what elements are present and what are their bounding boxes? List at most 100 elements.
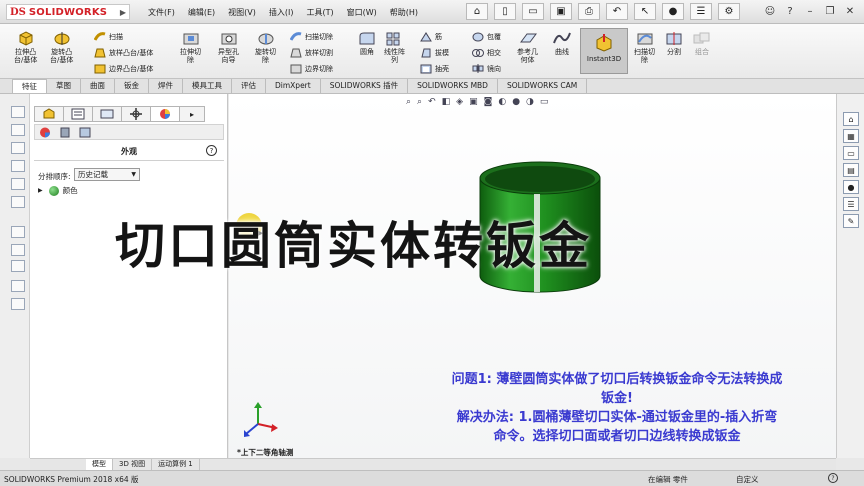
- print-icon[interactable]: ⎙: [578, 3, 600, 20]
- solidworks-resources-icon[interactable]: ⌂: [843, 112, 859, 126]
- menu-file[interactable]: 文件(F): [148, 7, 175, 18]
- status-help-icon[interactable]: ?: [828, 473, 838, 483]
- dynamic-annotation-icon[interactable]: ◈: [456, 97, 463, 107]
- previous-view-icon[interactable]: ↶: [428, 97, 436, 107]
- tab-3d-views[interactable]: 3D 视图: [113, 459, 153, 470]
- reference-geometry-button[interactable]: 参考几 何体: [517, 30, 538, 64]
- configuration-manager-tab-icon[interactable]: [92, 106, 122, 122]
- design-library-icon[interactable]: ▦: [843, 129, 859, 143]
- forum-icon[interactable]: ✎: [843, 214, 859, 228]
- open-icon[interactable]: ▭: [522, 3, 544, 20]
- select-arrow-icon[interactable]: ↖: [634, 3, 656, 20]
- apply-scene-icon[interactable]: ◑: [526, 97, 534, 107]
- strip-icon-1[interactable]: [11, 106, 25, 118]
- edit-appearance-icon[interactable]: ●: [512, 97, 520, 107]
- extrude-cut-button[interactable]: 拉伸切 除: [180, 30, 201, 64]
- revolve-boss-button[interactable]: 旋转凸 台/基体: [50, 30, 73, 64]
- rib-button[interactable]: 筋: [420, 30, 442, 43]
- mirror-button[interactable]: 镜向: [472, 62, 501, 75]
- home-icon[interactable]: ⌂: [466, 3, 488, 20]
- traffic-light-icon[interactable]: ●: [662, 3, 684, 20]
- hole-wizard-button[interactable]: 异型孔 向导: [218, 30, 239, 64]
- scene-icon[interactable]: [79, 127, 91, 140]
- menu-window[interactable]: 窗口(W): [347, 7, 377, 18]
- instant3d-button[interactable]: Instant3D: [580, 28, 628, 74]
- decals-icon[interactable]: [59, 127, 71, 140]
- strip-icon-3[interactable]: [11, 142, 25, 154]
- restore-icon[interactable]: ❐: [822, 4, 838, 19]
- section-view-icon[interactable]: ◧: [442, 97, 451, 107]
- tab-dimxpert[interactable]: DimXpert: [266, 79, 321, 93]
- chevron-right-icon[interactable]: ▶: [120, 8, 126, 17]
- new-document-icon[interactable]: ▯: [494, 3, 516, 20]
- expand-triangle-icon[interactable]: ▶: [38, 187, 43, 194]
- strip-icon-6[interactable]: [11, 196, 25, 208]
- strip-icon-5[interactable]: [11, 178, 25, 190]
- hide-show-items-icon[interactable]: ◐: [498, 97, 506, 107]
- user-icon[interactable]: ☺: [762, 4, 778, 19]
- strip-icon-4[interactable]: [11, 160, 25, 172]
- fillet-button[interactable]: 圆角: [357, 30, 377, 56]
- combine-button[interactable]: 组合: [692, 30, 712, 56]
- tab-addins[interactable]: SOLIDWORKS 插件: [321, 79, 409, 93]
- property-manager-tab-icon[interactable]: [63, 106, 93, 122]
- strip-icon-8[interactable]: [11, 244, 25, 256]
- loft-boss-button[interactable]: 放样凸台/基体: [94, 46, 153, 59]
- save-icon[interactable]: ▣: [550, 3, 572, 20]
- loft-cut-button[interactable]: 放样切割: [290, 46, 333, 59]
- view-settings-icon[interactable]: ▭: [540, 97, 549, 107]
- feature-manager-tab-icon[interactable]: [34, 106, 64, 122]
- gear-icon[interactable]: ⚙: [718, 3, 740, 20]
- tab-features[interactable]: 特征: [12, 79, 47, 93]
- menu-edit[interactable]: 编辑(E): [188, 7, 215, 18]
- boundary-cut-button[interactable]: 边界切除: [290, 62, 333, 75]
- help-icon[interactable]: ?: [782, 4, 798, 19]
- strip-icon-10[interactable]: [11, 280, 25, 292]
- minimize-icon[interactable]: –: [802, 4, 818, 19]
- tab-cam[interactable]: SOLIDWORKS CAM: [498, 79, 588, 93]
- sort-order-select[interactable]: 历史记载 ▼: [74, 168, 140, 181]
- panel-expand-arrow-icon[interactable]: ▸: [179, 106, 205, 122]
- strip-icon-9[interactable]: [11, 260, 25, 272]
- tab-weldments[interactable]: 焊件: [149, 79, 183, 93]
- close-icon[interactable]: ✕: [842, 4, 858, 19]
- appearance-color-icon[interactable]: [39, 127, 51, 140]
- strip-icon-11[interactable]: [11, 298, 25, 310]
- undo-icon[interactable]: ↶: [606, 3, 628, 20]
- display-manager-tab-icon[interactable]: [150, 106, 180, 122]
- shell-button[interactable]: 抽壳: [420, 62, 449, 75]
- solidworks-logo[interactable]: DS SOLIDWORKS ▶: [6, 4, 130, 20]
- view-orientation-icon[interactable]: ▣: [469, 97, 478, 107]
- sweep-button[interactable]: 扫描: [94, 30, 123, 43]
- curves-button[interactable]: 曲线: [552, 30, 572, 56]
- swept-cut-large-button[interactable]: 扫描切 除: [634, 30, 655, 64]
- options-icon[interactable]: ☰: [690, 3, 712, 20]
- draft-button[interactable]: 拔模: [420, 46, 449, 59]
- strip-icon-7[interactable]: [11, 226, 25, 238]
- strip-icon-2[interactable]: [11, 124, 25, 136]
- menu-insert[interactable]: 插入(I): [269, 7, 294, 18]
- linear-pattern-button[interactable]: 线性阵 列: [384, 30, 405, 64]
- extrude-boss-button[interactable]: 拉伸凸 台/基体: [14, 30, 37, 64]
- custom-properties-icon[interactable]: ☰: [843, 197, 859, 211]
- tab-motion-study[interactable]: 运动算例 1: [152, 459, 200, 470]
- zoom-area-icon[interactable]: ⌕: [417, 97, 422, 107]
- boundary-boss-button[interactable]: 边界凸台/基体: [94, 62, 153, 75]
- wrap-button[interactable]: 包覆: [472, 30, 501, 43]
- sweep-cut-button[interactable]: 扫描切除: [290, 30, 333, 43]
- tab-mold-tools[interactable]: 模具工具: [183, 79, 232, 93]
- panel-help-icon[interactable]: ?: [206, 145, 217, 156]
- menu-tools[interactable]: 工具(T): [306, 7, 333, 18]
- custom-units-button[interactable]: 自定义: [736, 474, 759, 485]
- zoom-to-fit-icon[interactable]: ⌕: [406, 97, 411, 107]
- view-palette-icon[interactable]: ▤: [843, 163, 859, 177]
- revolve-cut-button[interactable]: 旋转切 除: [255, 30, 276, 64]
- intersect-button[interactable]: 相交: [472, 46, 501, 59]
- tab-evaluate[interactable]: 评估: [232, 79, 266, 93]
- menu-help[interactable]: 帮助(H): [390, 7, 418, 18]
- tab-model[interactable]: 模型: [86, 459, 113, 470]
- menu-view[interactable]: 视图(V): [228, 7, 256, 18]
- tab-surfaces[interactable]: 曲面: [81, 79, 115, 93]
- tree-item-colors[interactable]: ▶ 颜色: [38, 185, 78, 196]
- tab-sketch[interactable]: 草图: [47, 79, 81, 93]
